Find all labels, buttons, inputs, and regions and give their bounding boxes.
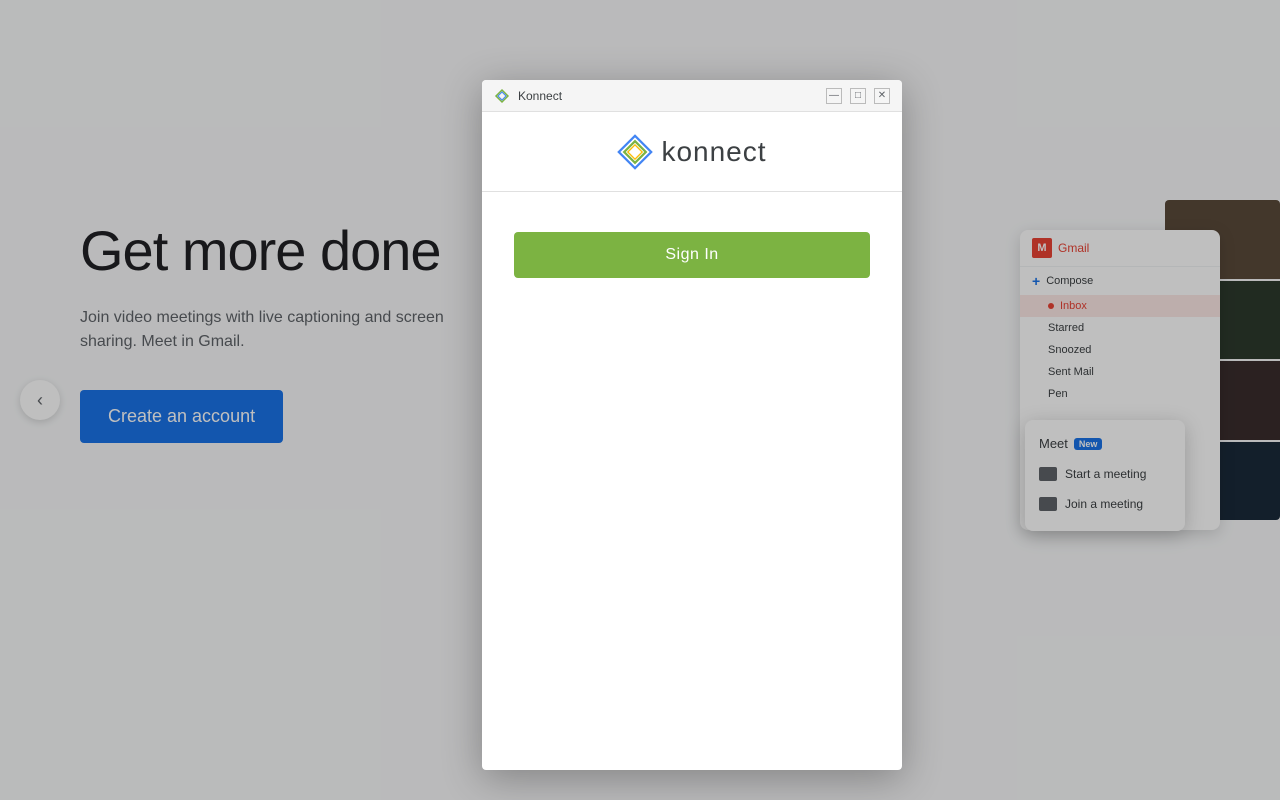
- konnect-logo-text: konnect: [661, 136, 766, 168]
- modal-body: Sign In: [482, 192, 902, 318]
- minimize-button[interactable]: —: [826, 88, 842, 104]
- modal-titlebar: Konnect — □ ✕: [482, 80, 902, 112]
- konnect-modal: Konnect — □ ✕ konnect Sign In: [482, 80, 902, 770]
- modal-title: Konnect: [518, 89, 826, 103]
- maximize-button[interactable]: □: [850, 88, 866, 104]
- modal-header-bar: konnect: [482, 112, 902, 192]
- window-controls: — □ ✕: [826, 88, 890, 104]
- konnect-titlebar-icon: [494, 88, 510, 104]
- konnect-logo: konnect: [617, 134, 766, 170]
- sign-in-button[interactable]: Sign In: [514, 232, 870, 278]
- konnect-logo-icon: [617, 134, 653, 170]
- close-button[interactable]: ✕: [874, 88, 890, 104]
